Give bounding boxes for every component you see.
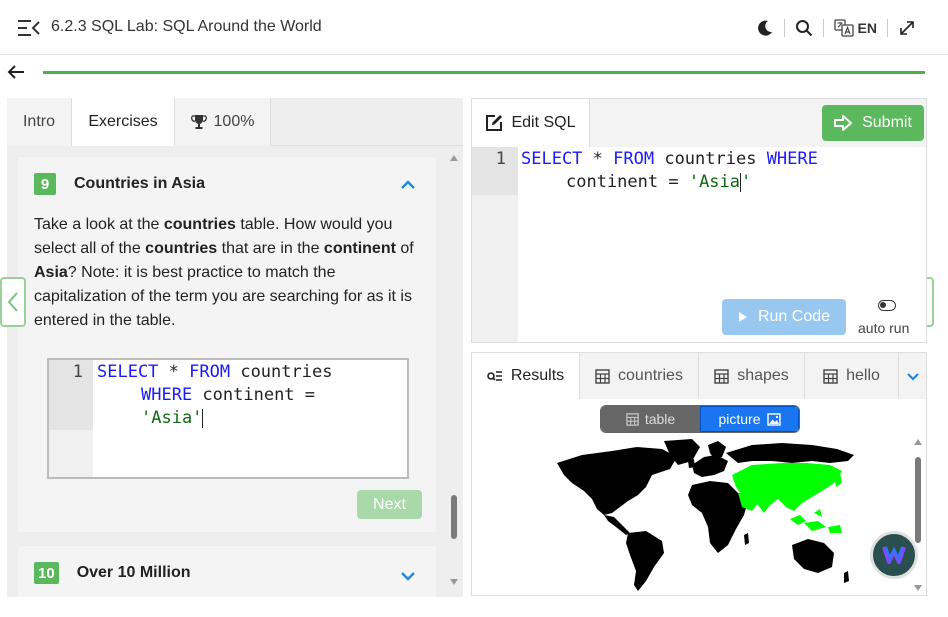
back-arrow-icon[interactable] <box>6 62 26 82</box>
exercise-number: 9 <box>34 173 56 195</box>
exercise-description: Take a look at the countries table. How … <box>34 216 414 329</box>
tab-score[interactable]: 100% <box>175 98 271 146</box>
submit-button[interactable]: Submit <box>822 105 924 141</box>
progress-fill <box>43 71 925 74</box>
results-icon <box>487 371 502 381</box>
table-icon <box>714 368 729 384</box>
search-button[interactable] <box>785 15 823 41</box>
code-line: continent = 'Asia' <box>566 172 752 192</box>
chevron-down-icon <box>907 372 919 381</box>
exercise-title: Countries in Asia <box>74 175 205 192</box>
line-number: 1 <box>495 149 506 169</box>
progress-bar <box>43 71 925 74</box>
left-tabs: Intro Exercises 100% <box>7 98 463 146</box>
tab-label: countries <box>618 367 683 384</box>
exercise-number: 10 <box>34 562 59 584</box>
scroll-up-icon[interactable] <box>914 439 922 445</box>
translate-icon <box>833 19 854 37</box>
view-table-label: table <box>644 411 676 427</box>
language-label: EN <box>857 20 877 36</box>
scroll-down-icon[interactable] <box>450 579 458 585</box>
code-line: WHERE continent = <box>141 385 316 405</box>
edit-sql-label: Edit SQL <box>511 114 576 131</box>
top-bar: 6.2.3 SQL Lab: SQL Around the World EN <box>0 0 948 55</box>
more-tabs-button[interactable] <box>899 353 926 399</box>
dark-mode-button[interactable] <box>746 15 784 41</box>
exercise-card: 9 Countries in Asia Take a look at the c… <box>17 156 437 533</box>
tab-label: shapes <box>737 367 789 384</box>
map-land <box>557 439 854 591</box>
play-icon <box>738 312 747 322</box>
score-label: 100% <box>213 113 255 130</box>
tab-countries[interactable]: countries <box>580 353 699 399</box>
auto-run-toggle[interactable] <box>878 300 896 311</box>
view-table-button[interactable]: table <box>601 406 700 432</box>
exercise-title: Over 10 Million <box>76 564 191 581</box>
chevron-left-icon <box>7 292 18 312</box>
image-icon <box>766 412 781 426</box>
submit-label: Submit <box>862 114 912 131</box>
tab-shapes[interactable]: shapes <box>699 353 805 399</box>
search-icon <box>795 20 812 37</box>
tab-hello[interactable]: hello <box>805 353 899 399</box>
table-icon <box>823 368 838 384</box>
code-line: 'Asia' <box>141 408 204 428</box>
world-map-image <box>557 439 854 591</box>
tab-edit-sql[interactable]: Edit SQL <box>472 99 590 147</box>
top-toolbar: EN <box>746 15 926 41</box>
language-button[interactable]: EN <box>824 15 887 41</box>
chevron-up-icon[interactable] <box>400 180 416 190</box>
edit-icon <box>486 115 503 131</box>
solution-code-block[interactable]: 1 SELECT * FROM countries WHERE continen… <box>47 358 409 479</box>
trophy-icon <box>190 115 207 129</box>
scrollbar[interactable] <box>448 155 460 587</box>
scroll-down-icon[interactable] <box>914 585 922 591</box>
chevron-down-icon[interactable] <box>400 571 416 581</box>
scrollbar-thumb[interactable] <box>915 457 921 543</box>
page-title: 6.2.3 SQL Lab: SQL Around the World <box>51 18 322 35</box>
assistant-logo-icon <box>882 546 906 564</box>
tab-results[interactable]: Results <box>472 353 580 399</box>
tab-label: hello <box>846 367 880 384</box>
results-panel: Results countries shapes hello table pic… <box>471 352 927 596</box>
tab-intro[interactable]: Intro <box>7 98 72 146</box>
menu-collapse-icon[interactable] <box>18 19 40 37</box>
moon-icon <box>757 20 772 36</box>
code-line: SELECT * FROM countries WHERE <box>521 149 818 169</box>
assistant-avatar[interactable] <box>870 531 918 579</box>
toggle-knob <box>880 302 886 308</box>
editor-panel: Edit SQL Submit 1 SELECT * FROM countrie… <box>471 98 927 343</box>
map-asia-highlight <box>732 463 842 533</box>
view-picture-button[interactable]: picture <box>699 406 799 432</box>
prev-exercise-button[interactable] <box>0 277 26 327</box>
exercise-header[interactable]: 9 Countries in Asia <box>34 173 205 195</box>
exercise-panel: Intro Exercises 100% 9 Countries in Asia… <box>7 98 463 597</box>
tab-label: Results <box>510 367 565 384</box>
sql-editor[interactable]: 1 SELECT * FROM countries WHERE continen… <box>472 147 926 342</box>
scroll-up-icon[interactable] <box>450 155 458 161</box>
view-picture-label: picture <box>718 411 761 427</box>
exercise-header[interactable]: 10 Over 10 Million <box>34 562 191 584</box>
run-code-label: Run Code <box>757 308 831 325</box>
line-gutter <box>472 147 518 342</box>
results-body: table picture <box>472 399 926 595</box>
expand-icon <box>900 21 914 35</box>
auto-run-label: auto run <box>858 320 910 336</box>
exercise-card-next: 10 Over 10 Million <box>17 545 437 597</box>
code-line: SELECT * FROM countries <box>97 362 333 382</box>
table-icon <box>626 412 639 426</box>
submit-arrow-icon <box>834 115 853 131</box>
results-tabs: Results countries shapes hello <box>472 353 926 399</box>
table-icon <box>595 368 610 384</box>
view-toggle: table picture <box>600 405 800 433</box>
run-code-button[interactable]: Run Code <box>722 299 846 335</box>
scrollbar-thumb[interactable] <box>451 495 457 539</box>
next-button[interactable]: Next <box>357 490 422 519</box>
fullscreen-button[interactable] <box>888 15 926 41</box>
tab-exercises[interactable]: Exercises <box>72 98 175 146</box>
line-number: 1 <box>72 362 83 382</box>
